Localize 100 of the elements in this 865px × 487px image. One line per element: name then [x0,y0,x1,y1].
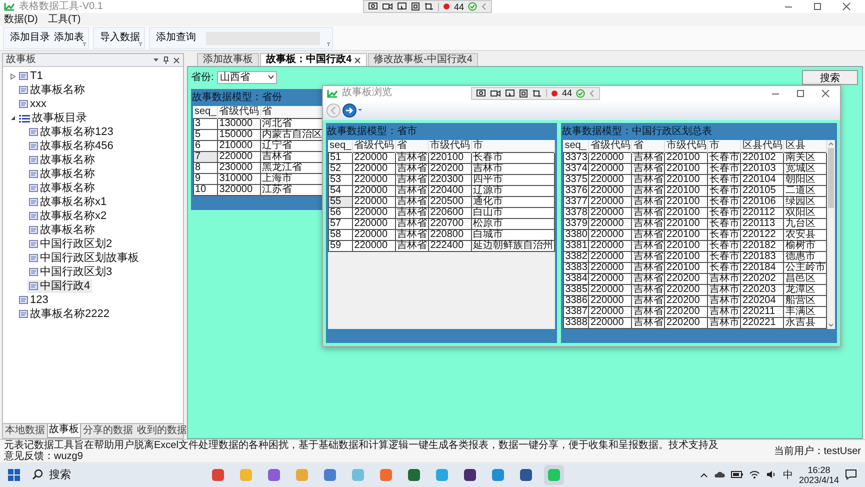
column-header[interactable]: 市 [708,140,741,152]
screenshot-icon[interactable] [368,2,378,11]
close-icon[interactable] [842,2,852,11]
pointer-icon[interactable] [397,2,407,11]
search-field[interactable]: 搜索 [49,468,109,480]
table-cell: 吉林省 [632,296,665,306]
tree-item[interactable]: 故事板名称 [17,84,87,96]
close-icon[interactable] [821,88,830,98]
column-header[interactable]: seq_ [328,140,353,152]
ribbon-button[interactable]: 添加表 [54,32,84,44]
tree-item[interactable]: 中国行政区划3 [27,266,114,278]
cloud-icon[interactable] [714,471,725,478]
close-icon[interactable] [354,56,361,64]
document-tab[interactable]: 修改故事板-中国行政4 [368,53,478,66]
crop-icon[interactable] [424,2,434,11]
column-header[interactable]: 省级代码 [588,140,632,152]
column-header[interactable]: 区县代码 [740,140,784,152]
tree-item[interactable]: xxx [17,98,48,110]
frame-icon[interactable] [519,88,528,98]
dropdown-icon[interactable] [358,108,362,112]
panel-tab[interactable]: 收到的数据 [135,424,189,438]
collapsed-arrow-icon[interactable] [10,72,16,80]
video-icon[interactable] [382,2,393,11]
volume-icon[interactable] [766,470,777,479]
board-icon [29,156,38,164]
crop-icon[interactable] [532,88,542,98]
tree-item[interactable]: 故事板名称 [27,168,97,180]
column-header[interactable]: 市级代码 [664,140,708,152]
province-select[interactable]: 山西省 [216,70,277,84]
tree-item[interactable]: 故事板名称 [27,154,97,166]
column-header[interactable]: 省级代码 [218,106,261,118]
tree-item[interactable]: 123 [17,294,50,306]
panel-tab[interactable]: 故事板 [47,424,81,438]
menu-item[interactable]: 数据(D) [4,14,38,26]
screenshot-icon[interactable] [476,88,486,98]
document-tab[interactable]: 故事板：中国行政4 [260,53,367,66]
input-method[interactable]: 中 [782,468,793,482]
column-header[interactable]: 省 [260,106,324,118]
menu-item[interactable]: 工具(T) [48,14,81,26]
ribbon-button[interactable]: 添加查询 [156,32,196,44]
notification-icon[interactable] [845,469,857,480]
frame-icon[interactable] [411,2,420,11]
table-cell: 3383 [564,262,589,274]
launcher-icon[interactable] [326,42,331,47]
tree-item[interactable]: 中国行政区划故事板 [27,252,141,264]
scroll-down-icon[interactable] [827,321,836,329]
tree-item[interactable]: T1 [17,70,45,82]
pin-icon[interactable] [163,56,169,64]
column-header[interactable]: 省级代码 [352,140,396,152]
app-logo-icon [327,88,338,98]
ribbon-button[interactable]: 添加目录 [10,32,50,44]
dropdown-icon[interactable] [153,57,159,63]
column-header[interactable]: 市级代码 [428,140,472,152]
video-icon[interactable] [490,88,501,98]
search-button[interactable]: 搜索 [802,70,858,85]
column-header[interactable]: 区县 [784,140,827,152]
scroll-up-icon[interactable] [827,140,836,148]
table-cell: 长春市 [708,152,741,164]
tree-item[interactable]: 故事板名称x2 [27,210,109,222]
chevron-up-icon[interactable] [700,472,708,478]
table-cell: 52 [328,164,353,174]
column-header[interactable]: 省 [396,140,429,152]
tree-item[interactable]: 中国行政区划2 [27,238,114,250]
forward-icon[interactable] [342,102,357,118]
tree-item[interactable]: 故事板名称 [27,182,97,194]
document-tab[interactable]: 添加故事板 [197,53,259,66]
check-icon[interactable] [468,2,478,11]
tree-item[interactable]: 故事板名称2222 [17,308,112,320]
column-header[interactable]: seq_ [564,140,589,152]
expanded-arrow-icon[interactable] [10,115,16,121]
table-cell: 58 [328,230,353,240]
start-icon[interactable] [8,468,20,480]
tree-item[interactable]: 故事板名称123 [27,126,116,138]
column-header[interactable]: 省 [632,140,665,152]
tree-item[interactable]: 故事板名称x1 [27,196,109,208]
table-cell: 吉林省 [396,230,429,240]
ribbon-button[interactable]: 导入数据 [100,32,140,44]
column-header[interactable]: seq_ [194,106,218,118]
check-icon[interactable] [576,88,586,98]
status-message: 元表记数据工具旨在帮助用户脱离Excel文件处理数据的各种困扰，基于基础数据和计算逻辑一键生成各类报表，数据一键分享，便于收集和呈报数据。技术支持及意见反馈：wuzg9 [4,440,720,462]
search-icon[interactable] [32,469,43,480]
launcher-icon[interactable] [138,42,143,47]
table-cell: 57 [328,218,353,230]
maximize-icon[interactable] [813,2,822,11]
panel-tab[interactable]: 分享的数据 [81,424,135,438]
tree-item[interactable]: 故事板目录 [17,112,89,124]
tree-item[interactable]: 中国行政4 [27,280,92,292]
maximize-icon[interactable] [796,88,806,98]
tree-item[interactable]: 故事板名称 [27,224,97,236]
wifi-icon[interactable] [748,470,760,479]
clock[interactable]: 16:28 2023/4/14 [798,464,839,484]
battery-icon[interactable] [730,471,743,478]
pointer-icon[interactable] [505,88,515,98]
scrollbar[interactable] [827,140,836,329]
panel-tab[interactable]: 本地数据 [3,424,47,438]
table-cell: 吉林省 [396,164,429,174]
launcher-icon[interactable] [82,42,87,47]
close-icon[interactable] [173,56,180,64]
tree-item[interactable]: 故事板名称456 [27,140,116,152]
column-header[interactable]: 市 [472,140,555,152]
